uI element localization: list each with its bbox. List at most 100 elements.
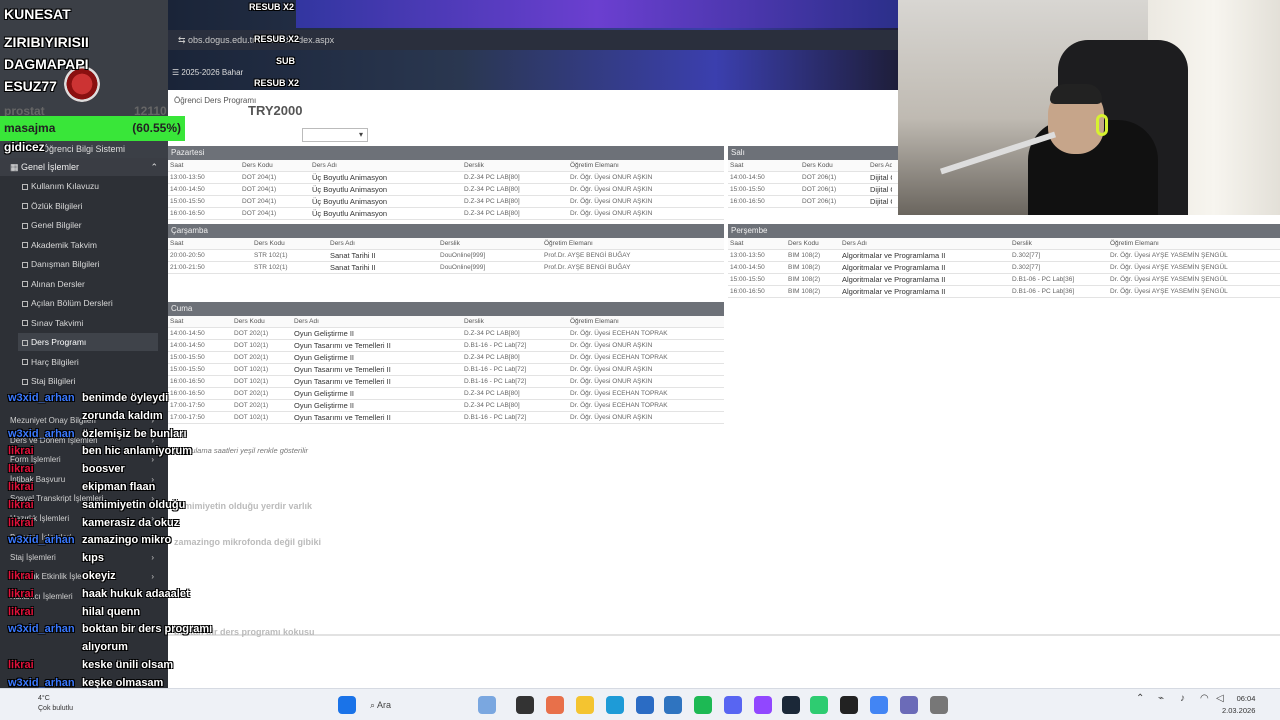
windows-start-icon[interactable] xyxy=(338,696,356,714)
chat-message: w3xid_arhan boktan bir ders programı xyxy=(8,623,212,635)
edge-icon[interactable] xyxy=(606,696,624,714)
taskbar-search[interactable]: ⌕ Ara xyxy=(362,695,472,715)
table-cell: Oyun Tasarımı ve Temelleri II xyxy=(294,341,391,350)
table-header-row: Saat Ders Kodu Ders Adı Derslik Öğretim Elem… xyxy=(168,316,724,328)
sidebar-item[interactable]: Genel Bilgiler xyxy=(22,216,162,234)
overlay-line-3: DAGMAPAPI xyxy=(4,56,89,72)
table-cell: Dr. Öğr. Üyesi ONUR AŞKIN xyxy=(570,174,653,181)
chat-username: likrai xyxy=(8,605,34,618)
task-view-icon[interactable] xyxy=(516,696,534,714)
chat-text: hilal quenn xyxy=(82,605,141,618)
chat-username: likrai xyxy=(8,587,34,600)
chevron-up-icon: ⌃ xyxy=(150,162,158,172)
day-title: Cuma xyxy=(168,302,724,316)
sidebar-section-genel-islemler[interactable]: ▦ Genel İşlemler ⌃ xyxy=(0,158,168,176)
sidebar-item[interactable]: Akademik Takvim xyxy=(22,236,162,254)
table-cell: 16:00-16:50 xyxy=(170,390,205,397)
table-cell: DOT 204(1) xyxy=(242,174,277,181)
table-cell: D.Z-34 PC LAB[80] xyxy=(464,210,520,217)
day-title: Perşembe xyxy=(728,224,1280,238)
sidebar-item[interactable]: Sınav Takvimi xyxy=(22,314,162,332)
weather-widget[interactable]: 4°C Çok bulutlu xyxy=(38,694,73,714)
sidebar-item[interactable]: Harç Bilgileri xyxy=(22,353,162,371)
steam-icon[interactable] xyxy=(782,696,800,714)
discord-icon[interactable] xyxy=(724,696,742,714)
day-title: Pazartesi xyxy=(168,146,724,160)
sidebar-item[interactable]: Ders Programı xyxy=(18,333,158,351)
table-cell: 16:00-16:50 xyxy=(170,210,205,217)
chat-text: özlemişiz be bunları xyxy=(82,427,187,440)
spotify-icon[interactable] xyxy=(694,696,712,714)
table-cell: Algoritmalar ve Programlama II xyxy=(842,263,946,272)
table-cell: DOT 102(1) xyxy=(234,342,269,349)
chat-text: zorunda kaldım xyxy=(82,409,163,422)
column-header: Ders Kodu xyxy=(802,162,833,169)
overlay-try: TRY2000 xyxy=(248,103,303,118)
widgets-icon[interactable] xyxy=(478,696,496,714)
sidebar-item-label: Sınav Takvimi xyxy=(31,317,84,328)
table-row: 20:00-20:50 STR 102(1) Sanat Tarihi II DouO… xyxy=(168,250,724,262)
site-settings-icon[interactable]: ⇆ xyxy=(178,35,188,45)
table-header-row: Saat Ders Kodu Ders Adı Derslik Öğretim Elem… xyxy=(728,238,1280,250)
table-cell: Dr. Öğr. Üyesi ONUR AŞKIN xyxy=(570,378,653,385)
network-icon[interactable]: ⌁ xyxy=(1158,693,1164,704)
sidebar-item[interactable]: Danışman Bilgileri xyxy=(22,255,162,273)
schedule-select[interactable]: ▾ xyxy=(302,128,368,142)
table-cell: 14:00-14:50 xyxy=(170,330,205,337)
chat-username: w3xid_arhan xyxy=(8,392,75,404)
table-cell: BIM 108(2) xyxy=(788,252,821,259)
twitch-icon[interactable] xyxy=(754,696,772,714)
file-explorer-icon[interactable] xyxy=(576,696,594,714)
sidebar-item[interactable]: Alınan Dersler xyxy=(22,275,162,293)
table-cell: Dr. Öğr. Üyesi ECEHAN TOPRAK xyxy=(570,354,668,361)
chat-text: benimde öyleydi xyxy=(82,392,169,404)
table-cell: DOT 204(1) xyxy=(242,186,277,193)
app-icon[interactable] xyxy=(810,696,828,714)
chat-username: likrai xyxy=(8,659,34,671)
wifi-icon[interactable]: ◠ xyxy=(1200,693,1209,704)
system-clock[interactable]: 06:04 2.03.2026 xyxy=(1222,693,1255,717)
table-cell: Dr. Öğr. Üyesi AYŞE YASEMİN ŞENGÜL xyxy=(1110,288,1228,295)
sidebar-item[interactable]: Kullanım Kılavuzu xyxy=(22,177,162,195)
microphone-icon[interactable]: ♪ xyxy=(1180,693,1185,704)
table-cell: Oyun Geliştirme II xyxy=(294,353,355,362)
table-cell: DOT 102(1) xyxy=(234,378,269,385)
sub-alert: SUB xyxy=(276,56,296,66)
table-cell: 16:00-16:50 xyxy=(730,198,765,205)
sidebar-item[interactable]: Açılan Bölüm Dersleri xyxy=(22,294,162,312)
chevron-right-icon: › xyxy=(151,552,154,562)
chat-username: likrai xyxy=(8,463,34,476)
chat-text: zamazingo mikro xyxy=(82,534,172,547)
streamer-hair xyxy=(1050,84,1102,104)
table-cell: DOT 202(1) xyxy=(234,390,269,397)
copilot-icon[interactable] xyxy=(546,696,564,714)
settings-gear-icon[interactable] xyxy=(930,696,948,714)
sidebar-item-label: Alınan Dersler xyxy=(31,278,85,289)
chrome-icon[interactable] xyxy=(870,696,888,714)
column-header: Öğretim Elemanı xyxy=(570,162,619,169)
breadcrumb: Öğrenci Ders Programı xyxy=(174,96,257,105)
table-cell: 15:00-15:50 xyxy=(170,198,205,205)
table-cell: BIM 108(2) xyxy=(788,264,821,271)
sidebar-item[interactable]: Staj Bilgileri xyxy=(22,372,162,390)
column-header: Ders Adı xyxy=(294,318,319,325)
chat-username: w3xid_arhan xyxy=(8,623,75,636)
table-row: 16:00-16:50 DOT 102(1) Oyun Tasarımı ve Te… xyxy=(168,376,724,388)
table-row: 13:00-13:50 BIM 108(2) Algoritmalar ve Pro… xyxy=(728,250,1280,262)
table-cell: 17:00-17:50 xyxy=(170,402,205,409)
obs-icon[interactable] xyxy=(900,696,918,714)
square-icon xyxy=(22,222,28,229)
column-header: Ders Adı xyxy=(312,162,337,169)
table-cell: DOT 206(1) xyxy=(802,174,837,181)
headset xyxy=(1096,114,1108,136)
table-cell: 21:00-21:50 xyxy=(170,264,205,271)
sidebar-item[interactable]: Özlük Bilgileri xyxy=(22,197,162,215)
store-icon[interactable] xyxy=(636,696,654,714)
terminal-icon[interactable] xyxy=(840,696,858,714)
resub-alert-2: RESUB X2 xyxy=(254,34,300,44)
column-header: Derslik xyxy=(440,240,460,247)
chat-message: w3xid_arhan zamazingo mikro xyxy=(8,534,171,546)
column-header: Saat xyxy=(170,318,184,325)
tray-chevron-up-icon[interactable]: ⌃ xyxy=(1136,693,1144,704)
outlook-icon[interactable] xyxy=(664,696,682,714)
